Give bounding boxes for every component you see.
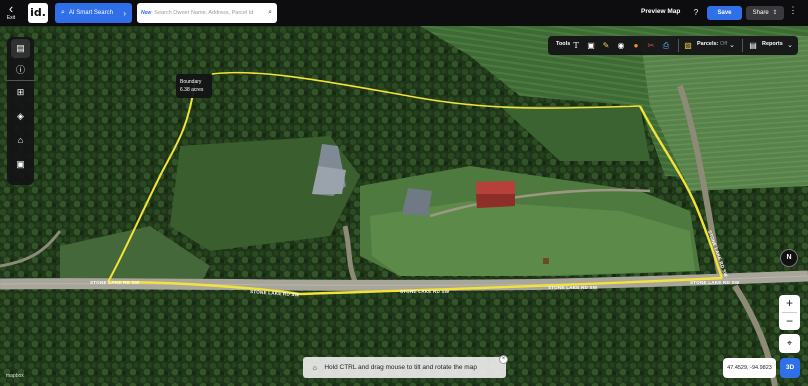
- red-barn-roof-shade: [476, 194, 515, 208]
- chevron-left-icon: ‹: [8, 1, 14, 16]
- search-input[interactable]: [154, 10, 267, 16]
- road-label: STONE LAKE RD SW: [90, 280, 140, 285]
- top-bar: ‹ Exit id. ⌕ AI Smart Search › New ⌕ Pre…: [0, 0, 808, 26]
- ai-smart-search-label: AI Smart Search: [68, 10, 113, 16]
- tools-divider: [678, 39, 679, 52]
- crosshair-icon: ⌖: [786, 338, 793, 348]
- reports-icon: ▤: [749, 41, 757, 50]
- scissors-tool-icon[interactable]: ✂: [645, 39, 657, 52]
- road-label: STONE LAKE RD SW: [400, 289, 450, 294]
- toolbar-divider: [7, 80, 34, 81]
- tilt-hint-banner: ☼ Hold CTRL and drag mouse to tilt and r…: [303, 357, 506, 378]
- chevron-down-icon[interactable]: ⌄: [726, 39, 738, 52]
- locate-button[interactable]: ⌖: [779, 334, 800, 353]
- share-label: Share: [752, 10, 769, 16]
- close-icon[interactable]: ×: [499, 355, 508, 364]
- share-button[interactable]: Share ⇪: [746, 6, 784, 20]
- pencil-tool-icon[interactable]: ✎: [600, 39, 612, 52]
- text-box-tool-icon[interactable]: ▣: [585, 39, 597, 52]
- boundary-tooltip: Boundary 6.38 acres: [176, 74, 212, 98]
- chevron-right-icon: ›: [123, 8, 126, 18]
- measure-tool-icon[interactable]: ◉: [615, 39, 627, 52]
- boundary-area: 6.38 acres: [180, 87, 204, 93]
- image-icon[interactable]: ▣: [11, 155, 30, 174]
- hint-text: Hold CTRL and drag mouse to tilt and rot…: [324, 364, 477, 371]
- zoom-in-button[interactable]: +: [779, 295, 800, 312]
- search-box: New ⌕: [137, 3, 277, 23]
- mapbox-attribution: mapbox: [6, 373, 24, 379]
- buildings-icon[interactable]: ⌂: [11, 131, 30, 150]
- share-icon: ⇪: [772, 10, 778, 16]
- preview-map-link[interactable]: Preview Map: [641, 8, 680, 15]
- print-tool-icon[interactable]: ⎙: [660, 39, 672, 52]
- coordinates-readout: 47.4529, -94.9823: [723, 358, 776, 378]
- zoom-control: + −: [779, 295, 800, 330]
- circle-tool-icon[interactable]: ●: [630, 39, 642, 52]
- layers-panel-icon[interactable]: ▤: [11, 39, 30, 58]
- tools-bar: Tools T ▣ ✎ ◉ ● ✂ ⎙ ▧ Parcels: Off ⌄ ▤ R…: [548, 36, 798, 55]
- magnifier-icon[interactable]: ⌕: [268, 9, 272, 17]
- view-3d-button[interactable]: 3D: [780, 358, 800, 378]
- map-icon[interactable]: ⊞: [11, 83, 30, 102]
- tools-divider: [742, 39, 743, 52]
- lightbulb-icon: ☼: [311, 363, 319, 372]
- exit-button[interactable]: ‹ Exit: [2, 1, 20, 25]
- more-menu-icon[interactable]: ⋮: [788, 5, 798, 16]
- yard-object: [543, 258, 549, 264]
- compass-button[interactable]: N: [780, 249, 798, 267]
- search-icon: ⌕: [61, 9, 65, 16]
- left-toolbar: ▤ ⓘ ⊞ ◈ ⌂ ▣: [7, 37, 34, 185]
- satellite-map[interactable]: STONE LAKE RD SW STONE LAKE RD SW STONE …: [0, 26, 808, 386]
- stack-icon[interactable]: ◈: [11, 107, 30, 126]
- save-button[interactable]: Save: [707, 6, 742, 20]
- info-icon[interactable]: ⓘ: [11, 61, 30, 80]
- ai-smart-search-button[interactable]: ⌕ AI Smart Search ›: [55, 3, 132, 23]
- parcels-toggle[interactable]: Parcels: Off: [697, 41, 727, 47]
- house-roof-light: [312, 166, 346, 194]
- chevron-down-icon[interactable]: ⌄: [784, 39, 796, 52]
- exit-label: Exit: [6, 15, 16, 21]
- reports-button[interactable]: Reports: [762, 41, 783, 47]
- boundary-title: Boundary: [180, 79, 202, 85]
- new-badge: New: [141, 10, 152, 16]
- parcels-label: Parcels:: [697, 41, 719, 47]
- road-label: STONE LAKE RD SW: [548, 285, 598, 290]
- help-button[interactable]: ?: [689, 6, 703, 20]
- road-label: STONE LAKE RD SW: [690, 280, 740, 285]
- parcels-icon: ▧: [684, 41, 692, 50]
- text-tool-icon[interactable]: T: [570, 39, 582, 52]
- app-logo[interactable]: id.: [28, 3, 48, 23]
- tools-label: Tools: [556, 41, 571, 47]
- parcel-map-app: ‹ Exit id. ⌕ AI Smart Search › New ⌕ Pre…: [0, 0, 808, 386]
- compass-label: N: [786, 254, 792, 261]
- zoom-out-button[interactable]: −: [779, 313, 800, 330]
